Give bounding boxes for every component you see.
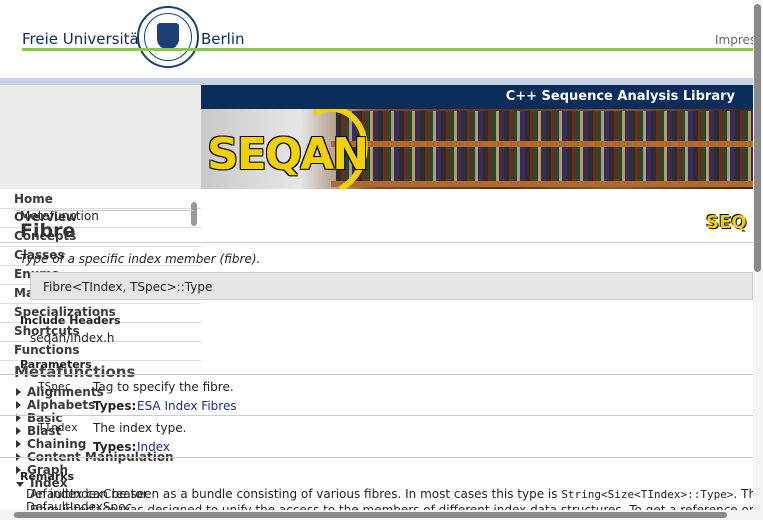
sidebar-item-functions[interactable]: Functions xyxy=(14,343,80,357)
remarks-heading: Remarks xyxy=(20,470,75,483)
param-name-tspec: TSpec xyxy=(38,380,72,393)
university-name-left: Freie Universität xyxy=(22,30,145,48)
impressum-link[interactable]: Impres xyxy=(715,33,756,47)
header-strip xyxy=(0,78,763,85)
include-file: seqan/index.h xyxy=(30,331,115,345)
param-desc-tspec: Tag to specify the fibre. xyxy=(93,380,234,394)
university-name-right: Berlin xyxy=(201,30,245,48)
param-name-tindex: TIndex xyxy=(38,421,78,434)
sidebar-top-panel xyxy=(0,85,201,189)
banner-image: SEQAN xyxy=(201,109,753,189)
seqan-logo[interactable]: SEQAN xyxy=(207,129,369,180)
param-types-label: Types: xyxy=(93,440,137,454)
triangle-right-icon xyxy=(16,401,21,409)
link-esa-index-fibres[interactable]: ESA Index Fibres xyxy=(137,399,237,413)
page-description: Type of a specific index member (fibre). xyxy=(20,252,261,266)
remarks-text-line-1: An index can be seen as a bundle consist… xyxy=(30,487,763,501)
banner-title: C++ Sequence Analysis Library xyxy=(201,85,753,109)
page-title: Fibre xyxy=(20,220,76,242)
link-index[interactable]: Index xyxy=(137,440,170,454)
param-types-label: Types: xyxy=(93,399,137,413)
sidebar-subitem-alphabets[interactable]: Alphabets xyxy=(16,398,95,412)
sidebar-subitem-chaining[interactable]: Chaining xyxy=(16,437,86,451)
sidebar-item-home[interactable]: Home xyxy=(14,192,53,206)
vertical-scrollbar-thumb[interactable] xyxy=(754,4,761,272)
include-headers-heading: Include Headers xyxy=(20,314,121,327)
small-seqan-logo[interactable]: SEQ xyxy=(706,212,747,233)
triangle-right-icon xyxy=(16,440,21,448)
university-seal-icon[interactable] xyxy=(137,6,199,68)
parameters-heading: Parameters xyxy=(20,358,92,371)
param-desc-tindex: The index type. xyxy=(93,421,187,435)
sidebar-scrollbar[interactable] xyxy=(191,202,197,226)
header-divider xyxy=(22,48,763,51)
triangle-right-icon xyxy=(16,388,21,396)
triangle-right-icon xyxy=(16,427,21,435)
signature-code: Fibre<TIndex, TSpec>::Type xyxy=(43,280,213,294)
horizontal-scrollbar-thumb[interactable] xyxy=(14,512,727,518)
